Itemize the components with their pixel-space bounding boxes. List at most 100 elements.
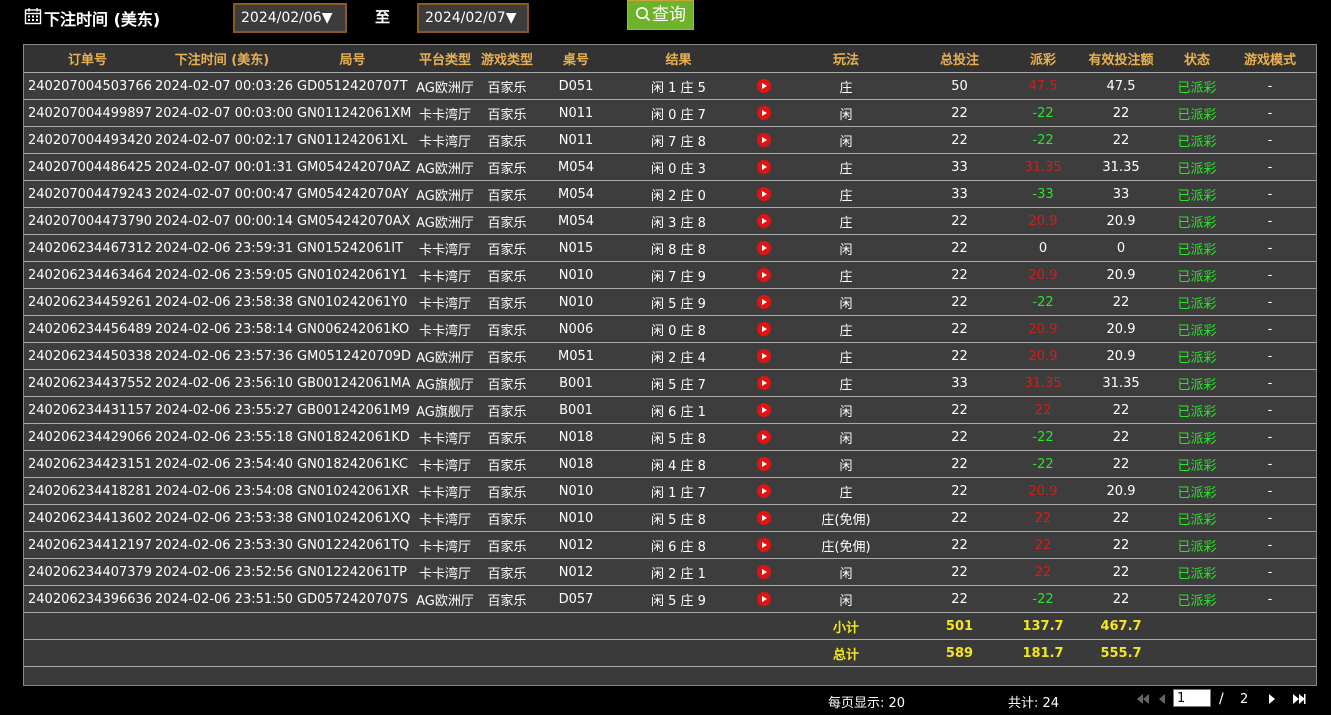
table-row[interactable]: 240206234407379 2024-02-06 23:52:56 GN0122… (24, 558, 1316, 586)
table-row[interactable]: 240206234418281 2024-02-06 23:54:08 GN0102… (24, 477, 1316, 505)
cell-play: 闲 (787, 585, 905, 613)
table-row[interactable]: 240206234412197 2024-02-06 23:53:30 GN0122… (24, 531, 1316, 559)
cell-payout: 0 (1014, 234, 1072, 262)
table-row[interactable]: 240206234437552 2024-02-06 23:56:10 GB0012… (24, 369, 1316, 397)
cell-valid: 22 (1072, 585, 1170, 613)
last-page-icon[interactable] (1292, 694, 1306, 704)
cell-table: D051 (536, 72, 616, 100)
play-video-icon[interactable] (757, 430, 771, 444)
summary-payout: 181.7 (1014, 639, 1072, 667)
cell-mode: - (1224, 585, 1316, 613)
date-to-select[interactable]: 2024/02/07▼ (417, 3, 529, 33)
play-video-icon[interactable] (757, 592, 771, 606)
cell-valid: 22 (1072, 558, 1170, 586)
table-row[interactable]: 240206234459261 2024-02-06 23:58:38 GN0102… (24, 288, 1316, 316)
cell-mode: - (1224, 369, 1316, 397)
play-video-icon[interactable] (757, 457, 771, 471)
cell-table: N012 (536, 558, 616, 586)
cell-table: B001 (536, 369, 616, 397)
summary-valid: 555.7 (1072, 639, 1170, 667)
cell-play: 庄 (787, 342, 905, 370)
play-video-icon[interactable] (757, 160, 771, 174)
cell-order: 240207004486425 (24, 153, 151, 181)
prev-page-icon[interactable] (1158, 694, 1166, 704)
first-page-icon[interactable] (1136, 694, 1150, 704)
cell-play: 庄 (787, 315, 905, 343)
table-row[interactable]: 240206234396636 2024-02-06 23:51:50 GD0572… (24, 585, 1316, 613)
play-video-icon[interactable] (757, 376, 771, 390)
summary-spacer (1170, 612, 1316, 640)
cell-bet: 22 (905, 423, 1014, 451)
cell-order: 240206234467312 (24, 234, 151, 262)
cell-mode: - (1224, 207, 1316, 235)
play-video-icon[interactable] (757, 187, 771, 201)
play-video-cell (741, 234, 787, 262)
play-video-cell (741, 396, 787, 424)
pagination: 每页显示: 20 共计: 24 1 / 2 (0, 688, 1331, 715)
date-from-select[interactable]: 2024/02/06▼ (233, 3, 347, 33)
play-video-icon[interactable] (757, 268, 771, 282)
column-header-12: 状态 (1170, 45, 1224, 73)
column-header-9: 总投注 (905, 45, 1014, 73)
cell-mode: - (1224, 153, 1316, 181)
cell-play: 庄 (787, 207, 905, 235)
cell-time: 2024-02-06 23:52:56 (151, 558, 293, 586)
cell-result: 闲 4 庄 8 (616, 450, 741, 478)
cell-table: N018 (536, 450, 616, 478)
play-video-icon[interactable] (757, 241, 771, 255)
cell-result: 闲 1 庄 7 (616, 477, 741, 505)
play-video-icon[interactable] (757, 403, 771, 417)
table-row[interactable]: 240206234429066 2024-02-06 23:55:18 GN0182… (24, 423, 1316, 451)
cell-bet: 33 (905, 180, 1014, 208)
cell-valid: 20.9 (1072, 342, 1170, 370)
column-header-1: 下注时间 (美东) (151, 45, 293, 73)
query-button[interactable]: 查询 (627, 0, 694, 30)
cell-table: D057 (536, 585, 616, 613)
cell-time: 2024-02-06 23:58:38 (151, 288, 293, 316)
cell-round: GM054242070AZ (293, 153, 412, 181)
play-video-icon[interactable] (757, 133, 771, 147)
table-row[interactable]: 240206234450338 2024-02-06 23:57:36 GM0512… (24, 342, 1316, 370)
play-video-icon[interactable] (757, 322, 771, 336)
play-video-icon[interactable] (757, 511, 771, 525)
play-video-icon[interactable] (757, 295, 771, 309)
next-page-icon[interactable] (1268, 694, 1276, 704)
table-row[interactable]: 240207004473790 2024-02-07 00:00:14 GM0542… (24, 207, 1316, 235)
cell-platform: 卡卡湾厅 (412, 288, 478, 316)
play-video-icon[interactable] (757, 538, 771, 552)
page-input[interactable]: 1 (1173, 689, 1211, 707)
cell-payout: -22 (1014, 423, 1072, 451)
cell-platform: AG欧洲厅 (412, 342, 478, 370)
play-video-icon[interactable] (757, 349, 771, 363)
cell-result: 闲 5 庄 9 (616, 585, 741, 613)
cell-round: GM054242070AY (293, 180, 412, 208)
total-row: 总计 589 181.7 555.7 (24, 639, 1316, 667)
play-video-icon[interactable] (757, 106, 771, 120)
table-row[interactable]: 240206234456489 2024-02-06 23:58:14 GN0062… (24, 315, 1316, 343)
play-video-icon[interactable] (757, 214, 771, 228)
bet-records-table: 订单号 下注时间 (美东) 局号 平台类型 游戏类型 桌号 结果 玩法 总投注 派彩 有效投注额 状态… (23, 44, 1317, 686)
play-video-icon[interactable] (757, 79, 771, 93)
cell-game: 百家乐 (478, 288, 536, 316)
table-row[interactable]: 240207004503766 2024-02-07 00:03:26 GD0512… (24, 72, 1316, 100)
cell-order: 240206234412197 (24, 531, 151, 559)
cell-platform: AG欧洲厅 (412, 585, 478, 613)
table-row[interactable]: 240207004479243 2024-02-07 00:00:47 GM0542… (24, 180, 1316, 208)
table-row[interactable]: 240206234463464 2024-02-06 23:59:05 GN0102… (24, 261, 1316, 289)
cell-payout: 22 (1014, 531, 1072, 559)
table-row[interactable]: 240206234431157 2024-02-06 23:55:27 GB0012… (24, 396, 1316, 424)
cell-round: GN018242061KD (293, 423, 412, 451)
cell-bet: 22 (905, 207, 1014, 235)
cell-game: 百家乐 (478, 369, 536, 397)
play-video-icon[interactable] (757, 484, 771, 498)
play-video-icon[interactable] (757, 565, 771, 579)
cell-game: 百家乐 (478, 477, 536, 505)
table-row[interactable]: 240207004486425 2024-02-07 00:01:31 GM0542… (24, 153, 1316, 181)
table-row[interactable]: 240206234413602 2024-02-06 23:53:38 GN0102… (24, 504, 1316, 532)
table-row[interactable]: 240206234467312 2024-02-06 23:59:31 GN0152… (24, 234, 1316, 262)
table-row[interactable]: 240207004499897 2024-02-07 00:03:00 GN0112… (24, 99, 1316, 127)
table-row[interactable]: 240206234423151 2024-02-06 23:54:40 GN0182… (24, 450, 1316, 478)
play-video-cell (741, 207, 787, 235)
search-icon (636, 7, 651, 22)
table-row[interactable]: 240207004493420 2024-02-07 00:02:17 GN0112… (24, 126, 1316, 154)
